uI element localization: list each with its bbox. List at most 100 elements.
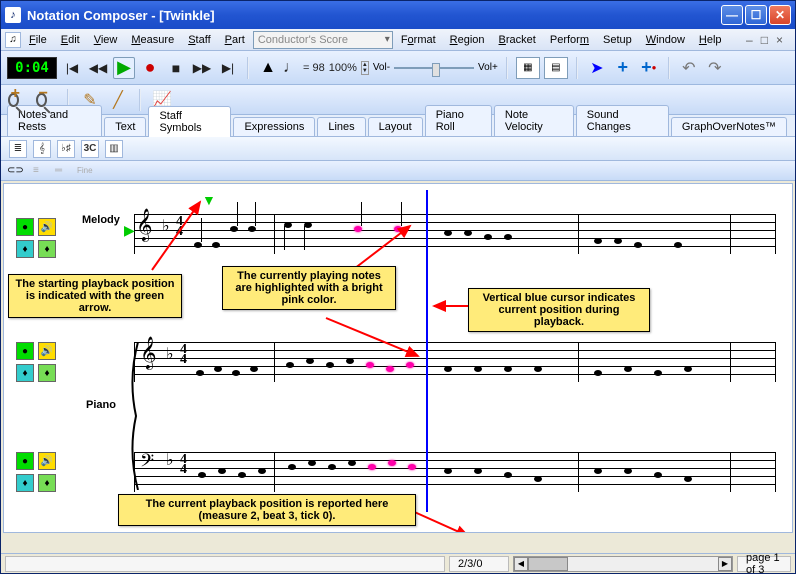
tab-expressions[interactable]: Expressions — [233, 117, 315, 136]
piano-t-aux1-button[interactable]: ♦ — [16, 364, 34, 382]
metronome-button[interactable]: ▲ — [257, 57, 279, 79]
menu-help[interactable]: Help — [693, 32, 728, 48]
treble-clef-icon[interactable]: 𝄞 — [33, 140, 51, 158]
menu-perform[interactable]: Perform — [544, 32, 595, 48]
tab-lines[interactable]: Lines — [317, 117, 365, 136]
separator — [668, 57, 670, 79]
scroll-right-button[interactable]: ▶ — [718, 557, 732, 571]
melody-aux2-button[interactable]: ♦ — [38, 240, 56, 258]
separator — [506, 57, 508, 79]
time-sig-icon[interactable]: 3C — [81, 140, 99, 158]
melody-label: Melody — [82, 214, 120, 226]
tab-notes-rests[interactable]: Notes and Rests — [7, 105, 102, 136]
tab-sound-changes[interactable]: Sound Changes — [576, 105, 669, 136]
menu-measure[interactable]: Measure — [125, 32, 180, 48]
forward-end-button[interactable]: ▶| — [217, 57, 239, 79]
time-counter: 0:04 — [7, 57, 57, 79]
zoom-display: 100% ▲▼ — [329, 61, 369, 75]
piano-t-mute-button[interactable]: ● — [16, 342, 34, 360]
mdi-restore-button[interactable]: □ — [761, 33, 768, 47]
window-title: Notation Composer - [Twinkle] — [27, 8, 721, 23]
scroll-left-button[interactable]: ◀ — [514, 557, 528, 571]
menu-bracket[interactable]: Bracket — [493, 32, 542, 48]
app-menu-icon[interactable]: ♫ — [5, 32, 21, 48]
pointer-tool[interactable]: ➤ — [586, 57, 608, 79]
redo-button[interactable]: ↷ — [704, 57, 726, 79]
piano-b-aux1-button[interactable]: ♦ — [16, 474, 34, 492]
melody-mute-button[interactable]: ● — [16, 218, 34, 236]
piano-treble-staff[interactable]: 𝄞 ♭ 44 — [134, 342, 776, 382]
melody-staff[interactable]: 𝄞 ♭ 44 — [134, 214, 776, 254]
status-position: 2/3/0 — [449, 556, 509, 572]
scroll-thumb[interactable] — [528, 557, 568, 571]
key-sig-icon[interactable]: ♭♯ — [57, 140, 75, 158]
menu-view[interactable]: View — [88, 32, 124, 48]
part-select[interactable]: Conductor's Score — [253, 31, 393, 49]
menu-setup[interactable]: Setup — [597, 32, 638, 48]
record-button[interactable]: ● — [139, 57, 161, 79]
tab-layout[interactable]: Layout — [368, 117, 423, 136]
barline-icon[interactable]: ▥ — [105, 140, 123, 158]
menu-edit[interactable]: Edit — [55, 32, 86, 48]
melody-aux1-button[interactable]: ♦ — [16, 240, 34, 258]
statusbar: 2/3/0 ◀ ▶ page 1 of 3 — [1, 553, 795, 573]
piano-bass-staff[interactable]: 𝄢 ♭ 44 — [134, 452, 776, 492]
volume-slider[interactable] — [394, 63, 474, 73]
separator — [247, 57, 249, 79]
rewind-button[interactable]: ◀◀ — [87, 57, 109, 79]
tab-graphovernotes[interactable]: GraphOverNotes™ — [671, 117, 787, 136]
lines-view-icon[interactable]: ═ — [55, 165, 73, 176]
forward-button[interactable]: ▶▶ — [191, 57, 213, 79]
zoom-toolbar: + − ✎ ╱ 📈 — [1, 85, 795, 115]
hscrollbar[interactable]: ◀ ▶ — [513, 556, 733, 572]
app-icon: ♪ — [5, 7, 21, 23]
tab-text[interactable]: Text — [104, 117, 146, 136]
piano-b-solo-button[interactable]: 🔊 — [38, 452, 56, 470]
zoom-down[interactable]: ▼ — [362, 68, 368, 74]
close-button[interactable]: ✕ — [769, 5, 791, 25]
brush-tool[interactable]: ╱ — [107, 89, 129, 111]
tab-staff-symbols[interactable]: Staff Symbols — [148, 106, 231, 137]
menu-region[interactable]: Region — [444, 32, 491, 48]
add-tool[interactable]: + — [612, 57, 634, 79]
tempo-display: ♩= 98 — [283, 59, 325, 77]
piano-label: Piano — [86, 399, 116, 411]
score-area[interactable]: ▼ ▶ Melody ● 🔊 ♦ ♦ 𝄞 ♭ 44 — [3, 183, 793, 533]
menu-window[interactable]: Window — [640, 32, 691, 48]
melody-track-controls: ● 🔊 ♦ ♦ — [16, 218, 66, 262]
tab-piano-roll[interactable]: Piano Roll — [425, 105, 492, 136]
view-mode-2[interactable]: ▤ — [544, 57, 568, 79]
link-view-icon[interactable]: ⊂⊃ — [7, 165, 29, 176]
arrow-status-icon — [404, 506, 484, 533]
piano-t-aux2-button[interactable]: ♦ — [38, 364, 56, 382]
play-button[interactable]: ▶ — [113, 57, 135, 79]
callout-status-pos: The current playback position is reporte… — [118, 494, 416, 526]
tabbar: Notes and Rests Text Staff Symbols Expre… — [1, 115, 795, 137]
piano-b-aux2-button[interactable]: ♦ — [38, 474, 56, 492]
start-marker-top-icon: ▼ — [202, 192, 216, 208]
menu-part[interactable]: Part — [219, 32, 251, 48]
piano-t-solo-button[interactable]: 🔊 — [38, 342, 56, 360]
vol-minus-label: Vol- — [373, 62, 390, 73]
add-note-tool[interactable]: +● — [638, 57, 660, 79]
minimize-button[interactable]: — — [721, 5, 743, 25]
mdi-close-button[interactable]: × — [776, 33, 783, 47]
rewind-start-button[interactable]: |◀ — [61, 57, 83, 79]
menu-file[interactable]: FFileile — [23, 32, 53, 48]
tab-note-velocity[interactable]: Note Velocity — [494, 105, 574, 136]
maximize-button[interactable]: ☐ — [745, 5, 767, 25]
piano-b-mute-button[interactable]: ● — [16, 452, 34, 470]
menu-format[interactable]: Format — [395, 32, 442, 48]
vol-plus-label: Vol+ — [478, 62, 498, 73]
view-strip: ⊂⊃ ≡ ═ Fine — [1, 161, 795, 181]
melody-solo-button[interactable]: 🔊 — [38, 218, 56, 236]
menu-staff[interactable]: Staff — [182, 32, 216, 48]
view-mode-1[interactable]: ▦ — [516, 57, 540, 79]
undo-button[interactable]: ↶ — [678, 57, 700, 79]
mdi-minimize-button[interactable]: – — [746, 33, 753, 47]
staff-lines-icon[interactable]: ≣ — [9, 140, 27, 158]
stop-button[interactable]: ■ — [165, 57, 187, 79]
list-view-icon[interactable]: ≡ — [33, 165, 51, 176]
fine-view-icon[interactable]: Fine — [77, 166, 95, 175]
callout-playing-notes: The currently playing notes are highligh… — [222, 266, 396, 310]
